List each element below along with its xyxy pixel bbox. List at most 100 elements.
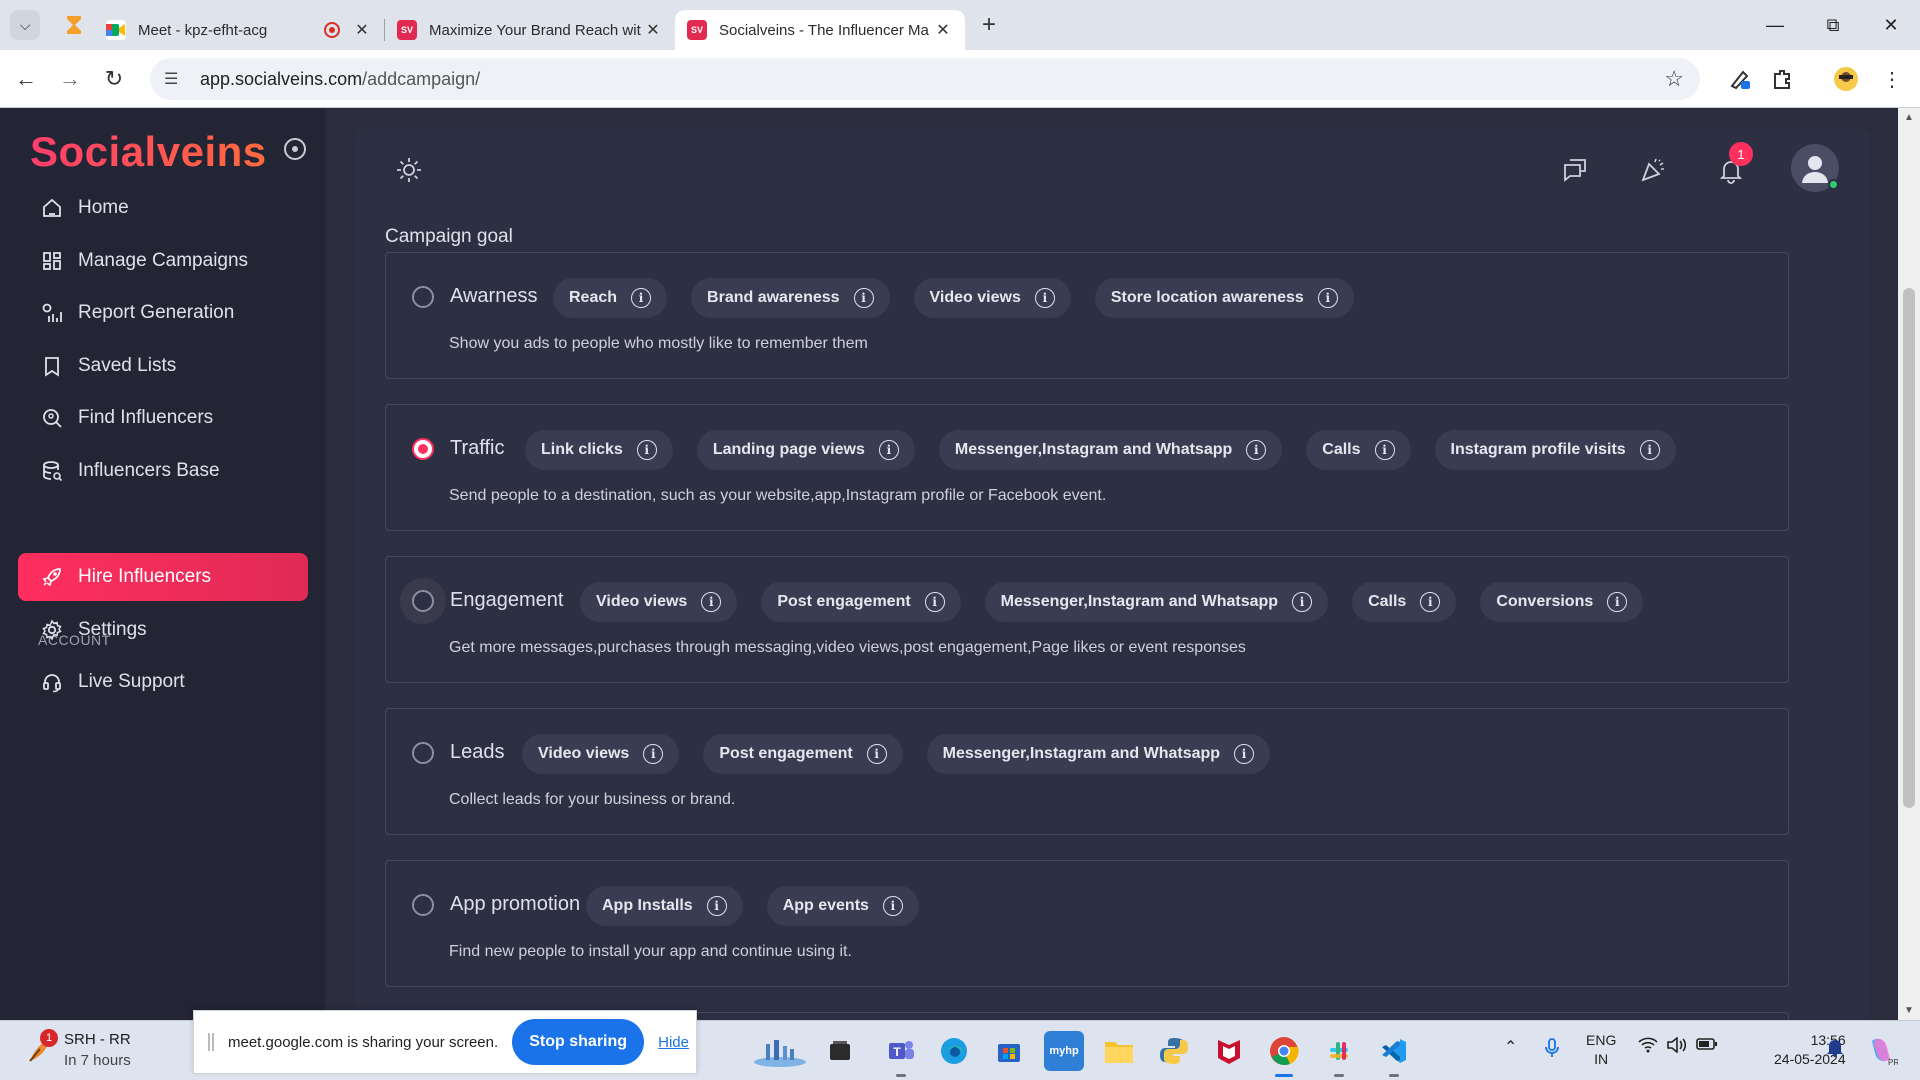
party-popper-icon[interactable] [1633, 150, 1673, 190]
profile-avatar-icon[interactable] [1828, 61, 1864, 97]
info-icon[interactable]: i [706, 896, 727, 916]
extensions-puzzle-icon[interactable] [1764, 61, 1800, 97]
chat-icon[interactable] [1555, 150, 1595, 190]
slack-icon[interactable] [1319, 1031, 1359, 1077]
browser-menu-icon[interactable]: ⋮ [1874, 61, 1910, 97]
hide-link[interactable]: Hide [658, 1034, 689, 1051]
page-scrollbar[interactable]: ▲ ▼ [1898, 108, 1920, 1020]
goal-radio-app-promotion[interactable] [412, 894, 434, 916]
info-icon[interactable]: i [1246, 440, 1267, 460]
logo[interactable]: Socialveins [30, 128, 267, 176]
sidebar-toggle-icon[interactable] [284, 138, 306, 160]
info-icon[interactable]: i [1374, 440, 1395, 460]
file-explorer-icon[interactable] [1099, 1031, 1139, 1071]
mcafee-icon[interactable] [1209, 1031, 1249, 1071]
goal-chip[interactable]: Video views i [522, 734, 680, 774]
info-icon[interactable]: i [636, 440, 657, 460]
restore-button[interactable]: ⧉ [1804, 0, 1862, 50]
sidebar-item-home[interactable]: Home [18, 184, 308, 232]
close-icon[interactable]: ✕ [643, 20, 663, 40]
info-icon[interactable]: i [924, 592, 945, 612]
extension-icon[interactable] [1722, 61, 1758, 97]
info-icon[interactable]: i [1234, 744, 1255, 764]
goal-chip[interactable]: Landing page views i [696, 430, 915, 470]
microphone-icon[interactable] [1544, 1037, 1560, 1064]
goal-chip[interactable]: Calls i [1352, 582, 1457, 622]
info-icon[interactable]: i [631, 288, 652, 308]
goal-chip[interactable]: Post engagement i [761, 582, 961, 622]
new-tab-button[interactable]: + [971, 7, 1007, 43]
weather-widget-icon[interactable]: 1 [22, 1029, 62, 1071]
sidebar-item-hire-influencers[interactable]: Hire Influencers [18, 553, 308, 601]
info-icon[interactable]: i [878, 440, 899, 460]
sidebar-item-settings[interactable]: Settings [18, 606, 308, 654]
goal-chip[interactable]: Store location awareness i [1094, 278, 1354, 318]
sidebar-item-influencers-base[interactable]: Influencers Base [18, 447, 308, 495]
goal-radio-engagement[interactable] [412, 590, 434, 612]
goal-radio-awareness[interactable] [412, 286, 434, 308]
info-icon[interactable]: i [1292, 592, 1313, 612]
avatar[interactable] [1791, 144, 1839, 192]
goal-chip[interactable]: Conversions i [1480, 582, 1644, 622]
close-icon[interactable]: ✕ [352, 20, 372, 40]
close-window-button[interactable]: ✕ [1862, 0, 1920, 50]
goal-chip[interactable]: App Installs i [586, 886, 743, 926]
info-icon[interactable]: i [1034, 288, 1055, 308]
language-indicator[interactable]: ENG IN [1586, 1031, 1616, 1069]
tab-maximize[interactable]: SV Maximize Your Brand Reach wit ✕ [385, 10, 675, 50]
vscode-icon[interactable] [1374, 1031, 1414, 1077]
goal-chip[interactable]: Link clicks i [525, 430, 673, 470]
info-icon[interactable]: i [853, 288, 874, 308]
goal-radio-traffic[interactable] [412, 438, 434, 460]
scroll-down-arrow[interactable]: ▼ [1904, 1005, 1914, 1016]
goal-chip[interactable]: Video views i [580, 582, 738, 622]
info-icon[interactable]: i [701, 592, 722, 612]
battery-icon[interactable] [1696, 1037, 1718, 1056]
forward-button[interactable]: → [52, 61, 88, 97]
sidebar-item-live-support[interactable]: Live Support [18, 658, 308, 706]
store-icon[interactable] [989, 1031, 1029, 1071]
goal-chip[interactable]: Reach i [553, 278, 668, 318]
goal-chip[interactable]: Instagram profile visits i [1434, 430, 1676, 470]
goal-chip[interactable]: Video views i [913, 278, 1071, 318]
wifi-icon[interactable] [1638, 1037, 1658, 1058]
tab-meet[interactable]: Meet - kpz-efht-acg ✕ [94, 10, 384, 50]
close-icon[interactable]: ✕ [933, 20, 953, 40]
goal-radio-leads[interactable] [412, 742, 434, 764]
theme-toggle-sun-icon[interactable] [395, 156, 423, 184]
notification-bell-icon[interactable] [1826, 1037, 1844, 1062]
bookmark-star-icon[interactable]: ☆ [1664, 66, 1684, 92]
info-icon[interactable]: i [1639, 440, 1660, 460]
info-icon[interactable]: i [1607, 592, 1628, 612]
goal-chip[interactable]: Messenger,Instagram and Whatsapp i [938, 430, 1283, 470]
sidebar-item-saved-lists[interactable]: Saved Lists [18, 342, 308, 390]
chrome-icon[interactable] [1264, 1031, 1304, 1077]
task-view-icon[interactable] [820, 1031, 860, 1071]
info-icon[interactable]: i [882, 896, 903, 916]
goal-chip[interactable]: Calls i [1306, 430, 1411, 470]
stop-sharing-button[interactable]: Stop sharing [512, 1019, 645, 1065]
goal-chip[interactable]: Messenger,Instagram and Whatsapp i [926, 734, 1271, 774]
drag-handle[interactable] [208, 1033, 214, 1051]
reload-button[interactable]: ↻ [96, 61, 132, 97]
edge-icon[interactable] [934, 1031, 974, 1071]
info-icon[interactable]: i [643, 744, 664, 764]
tab-socialveins[interactable]: SV Socialveins - The Influencer Ma ✕ [675, 10, 965, 50]
info-icon[interactable]: i [1317, 288, 1338, 308]
python-icon[interactable] [1154, 1031, 1194, 1071]
myhp-icon[interactable]: myhp [1044, 1031, 1084, 1071]
scroll-thumb[interactable] [1903, 288, 1915, 808]
goal-chip[interactable]: Messenger,Instagram and Whatsapp i [984, 582, 1329, 622]
tray-chevron-icon[interactable]: ⌃ [1504, 1037, 1517, 1057]
tab-search-button[interactable]: ⌵ [10, 10, 40, 40]
teams-icon[interactable]: T [881, 1031, 921, 1077]
goal-chip[interactable]: Brand awareness i [691, 278, 890, 318]
goal-chip[interactable]: Post engagement i [703, 734, 903, 774]
info-icon[interactable]: i [1420, 592, 1441, 612]
sidebar-item-find-influencers[interactable]: Find Influencers [18, 394, 308, 442]
timer-extension-icon[interactable] [54, 5, 94, 45]
sidebar-item-report-generation[interactable]: Report Generation [18, 289, 308, 337]
back-button[interactable]: ← [8, 61, 44, 97]
minimize-button[interactable]: — [1746, 0, 1804, 50]
site-info-icon[interactable]: ☰ [164, 69, 188, 89]
